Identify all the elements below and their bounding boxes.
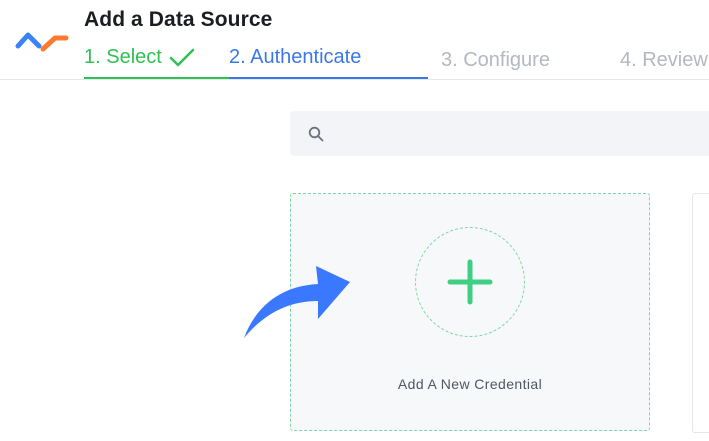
step-label: 4. Review [620,49,708,71]
curved-arrow-icon [244,266,350,338]
search-icon [308,126,324,142]
plus-circle [415,227,525,337]
step-label: 1. Select [84,46,162,68]
page-title: Add a Data Source [84,8,273,31]
search-input[interactable] [332,111,709,158]
search-bar[interactable] [290,111,709,158]
add-credential-label: Add A New Credential [397,376,543,392]
check-icon [170,48,195,67]
header-divider [0,79,709,80]
step-label: 3. Configure [441,49,550,71]
stitch-logo-icon [15,32,69,52]
step-configure: 3. Configure [441,47,581,83]
step-label: 2. Authenticate [229,46,362,68]
step-select[interactable]: 1. Select [84,44,230,80]
plus-icon [447,259,493,305]
step-review: 4. Review [620,47,709,83]
app-window: Add a Data Source 1. Select 2. Authentic… [0,0,709,441]
step-authenticate[interactable]: 2. Authenticate [229,44,428,80]
credential-card[interactable] [692,193,709,433]
